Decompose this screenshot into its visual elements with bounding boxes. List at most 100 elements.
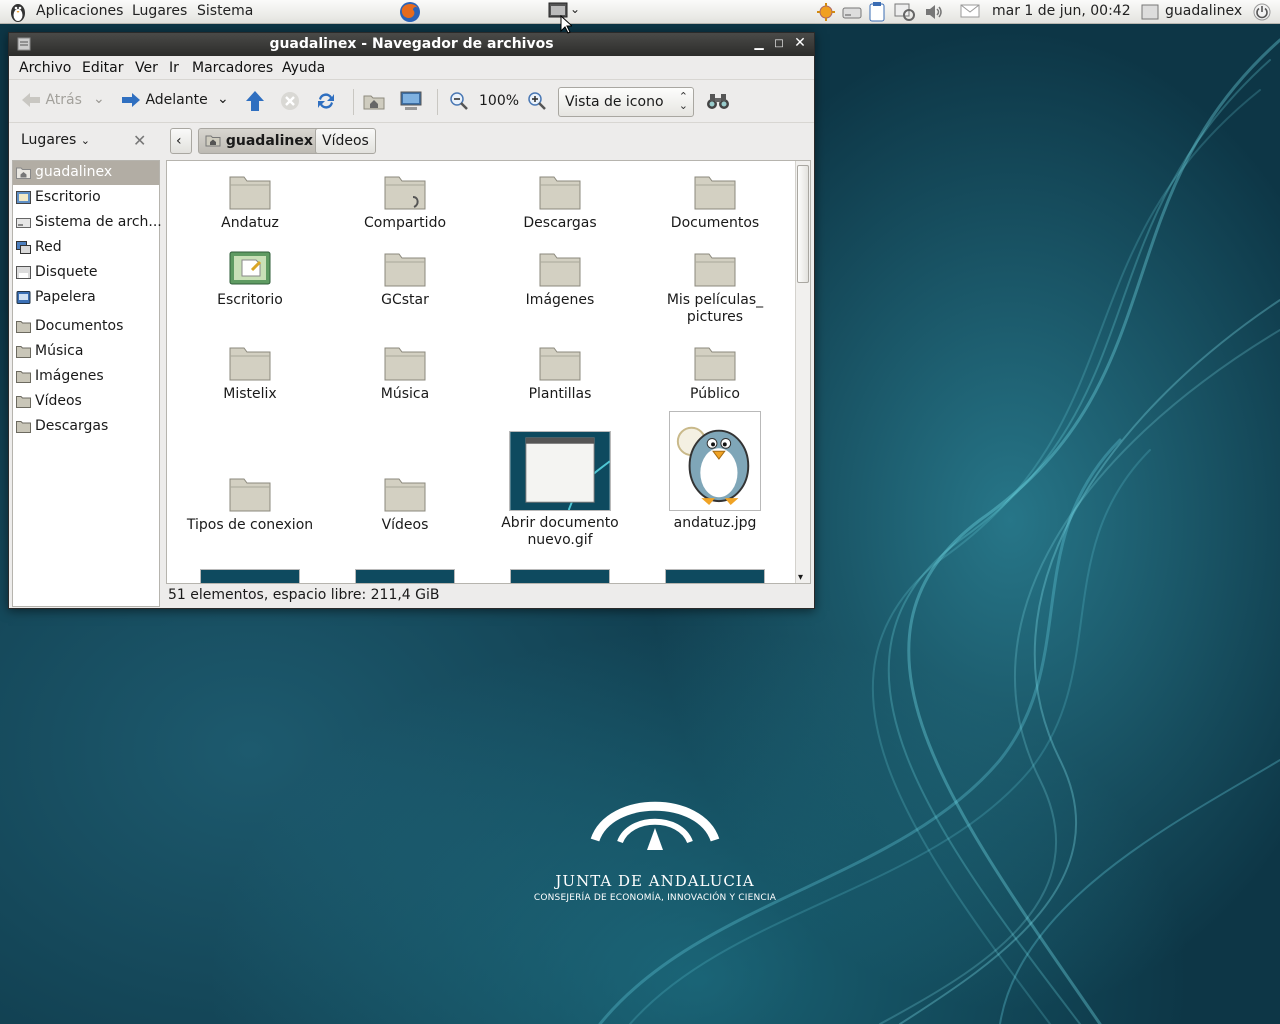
up-arrow-icon[interactable] — [245, 90, 265, 116]
sidebar-item-musica[interactable]: Música — [13, 340, 159, 364]
folder-icon — [694, 253, 736, 287]
file-item[interactable]: andatuz.jpg — [640, 411, 790, 532]
panel-user[interactable]: guadalinex — [1165, 3, 1242, 19]
file-name: Descargas — [523, 215, 597, 231]
zoom-level[interactable]: 100% — [479, 93, 519, 109]
window-titlebar[interactable]: guadalinex - Navegador de archivos ▁ □ ✕ — [9, 33, 814, 56]
search-binoculars-icon[interactable] — [706, 91, 730, 115]
file-item[interactable]: Música — [330, 342, 480, 403]
home-folder-icon[interactable] — [363, 90, 385, 116]
breadcrumb-guadalinex[interactable]: guadalinex — [198, 128, 320, 154]
file-item[interactable]: Escritorio — [175, 248, 325, 309]
menu-ayuda[interactable]: Ayuda — [282, 60, 325, 76]
file-name: GCstar — [381, 292, 429, 308]
folder-icon — [16, 421, 31, 433]
vertical-scrollbar[interactable]: ▾ — [795, 161, 810, 583]
breadcrumb-videos[interactable]: Vídeos — [315, 128, 376, 154]
file-item[interactable]: Documentos — [640, 171, 790, 232]
scrollbar-thumb[interactable] — [797, 165, 809, 283]
stop-icon[interactable] — [279, 90, 301, 116]
image-thumbnail[interactable] — [665, 569, 765, 583]
file-item[interactable]: Vídeos — [330, 473, 480, 534]
sidebar-item-escritorio[interactable]: Escritorio — [13, 186, 159, 210]
distro-logo-icon[interactable] — [8, 1, 28, 27]
minimize-button[interactable]: ▁ — [751, 36, 767, 50]
mouse-cursor-icon — [560, 15, 572, 34]
file-item[interactable]: Tipos de conexion — [175, 473, 325, 534]
file-item[interactable]: Mis películas_ pictures — [640, 248, 790, 326]
junta-andalucia-logo: JUNTA DE ANDALUCIA CONSEJERÍA DE ECONOMÍ… — [520, 780, 790, 910]
sidebar-item-videos[interactable]: Vídeos — [13, 390, 159, 414]
file-name: Mis películas_ pictures — [666, 292, 764, 325]
menu-editar[interactable]: Editar — [82, 60, 123, 76]
menu-aplicaciones[interactable]: Aplicaciones — [36, 3, 123, 19]
network-monitor-icon[interactable] — [894, 2, 916, 26]
menu-ir[interactable]: Ir — [169, 60, 179, 76]
back-history-dropdown[interactable]: ⌄ — [93, 91, 105, 107]
image-thumbnail[interactable] — [355, 569, 455, 583]
sidebar-item-red[interactable]: Red — [13, 236, 159, 260]
sidebar-item-imagenes[interactable]: Imágenes — [13, 365, 159, 389]
file-name: Público — [690, 386, 740, 402]
view-mode-select[interactable]: Vista de icono ⌃ ⌄ — [558, 87, 694, 117]
zoom-in-icon[interactable] — [527, 91, 547, 115]
file-item[interactable]: Compartido — [330, 171, 480, 232]
file-item[interactable]: Imágenes — [485, 248, 635, 309]
computer-icon[interactable] — [399, 90, 423, 116]
file-name: Imágenes — [525, 292, 595, 308]
chevron-down-icon[interactable]: ⌄ — [570, 2, 580, 16]
sidebar-selector[interactable]: Lugares ⌄ — [21, 132, 90, 148]
menu-archivo[interactable]: Archivo — [19, 60, 71, 76]
image-thumbnail[interactable] — [200, 569, 300, 583]
mail-icon[interactable] — [960, 3, 980, 23]
sidebar-item-disquete[interactable]: Disquete — [13, 261, 159, 285]
panel-clock[interactable]: mar 1 de jun, 00:42 — [992, 3, 1131, 19]
zoom-out-icon[interactable] — [449, 91, 469, 115]
breadcrumb-label: Vídeos — [322, 133, 369, 149]
desktop-icon — [16, 191, 31, 204]
close-sidebar-icon[interactable]: ✕ — [133, 131, 146, 150]
image-thumbnail[interactable] — [510, 569, 610, 583]
sidebar-item-descargas[interactable]: Descargas — [13, 415, 159, 439]
shutdown-icon[interactable] — [1252, 2, 1272, 26]
sidebar-item-label: Documentos — [35, 318, 124, 334]
reload-icon[interactable] — [315, 90, 337, 116]
back-button[interactable]: Atrás — [21, 91, 82, 109]
volume-icon[interactable] — [924, 2, 944, 26]
folder-icon — [16, 396, 31, 408]
maximize-button[interactable]: □ — [771, 38, 787, 49]
clipboard-icon[interactable] — [868, 2, 886, 26]
view-mode-value: Vista de icono — [565, 94, 664, 110]
file-item[interactable]: GCstar — [330, 248, 480, 309]
breadcrumb-back-button[interactable]: ‹ — [170, 128, 192, 154]
drive-icon[interactable] — [842, 3, 862, 25]
sidebar-item-papelera[interactable]: Papelera — [13, 286, 159, 310]
folder-icon — [694, 176, 736, 210]
sidebar-item-guadalinex[interactable]: guadalinex — [13, 161, 159, 185]
image-thumbnail — [509, 431, 611, 511]
file-item[interactable]: Mistelix — [175, 342, 325, 403]
file-item[interactable]: Andatuz — [175, 171, 325, 232]
close-button[interactable]: ✕ — [792, 35, 808, 51]
menu-sistema[interactable]: Sistema — [197, 3, 253, 19]
sidebar-item-label: Escritorio — [35, 189, 101, 205]
file-item[interactable]: Abrir documento nuevo.gif — [485, 431, 635, 549]
forward-history-dropdown[interactable]: ⌄ — [217, 91, 229, 107]
sidebar-item-documentos[interactable]: Documentos — [13, 315, 159, 339]
menubar: Archivo Editar Ver Ir Marcadores Ayuda — [9, 56, 814, 80]
sidebar-item-sistema[interactable]: Sistema de arch... — [13, 211, 162, 235]
menu-marcadores[interactable]: Marcadores — [192, 60, 273, 76]
update-notifier-icon[interactable] — [816, 2, 836, 26]
forward-button[interactable]: Adelante — [121, 91, 208, 109]
file-item[interactable]: Público — [640, 342, 790, 403]
menu-lugares[interactable]: Lugares — [132, 3, 187, 19]
scroll-down-arrow-icon[interactable]: ▾ — [798, 572, 803, 583]
file-item[interactable]: Descargas — [485, 171, 635, 232]
firefox-icon[interactable] — [398, 0, 422, 28]
drive-icon — [16, 218, 31, 228]
file-item[interactable]: Plantillas — [485, 342, 635, 403]
toolbar: Atrás ⌄ Adelante ⌄ 100% Vista de icono ⌃… — [9, 81, 814, 123]
back-label: Atrás — [45, 92, 82, 108]
chevron-down-icon: ⌄ — [80, 134, 90, 147]
menu-ver[interactable]: Ver — [135, 60, 158, 76]
